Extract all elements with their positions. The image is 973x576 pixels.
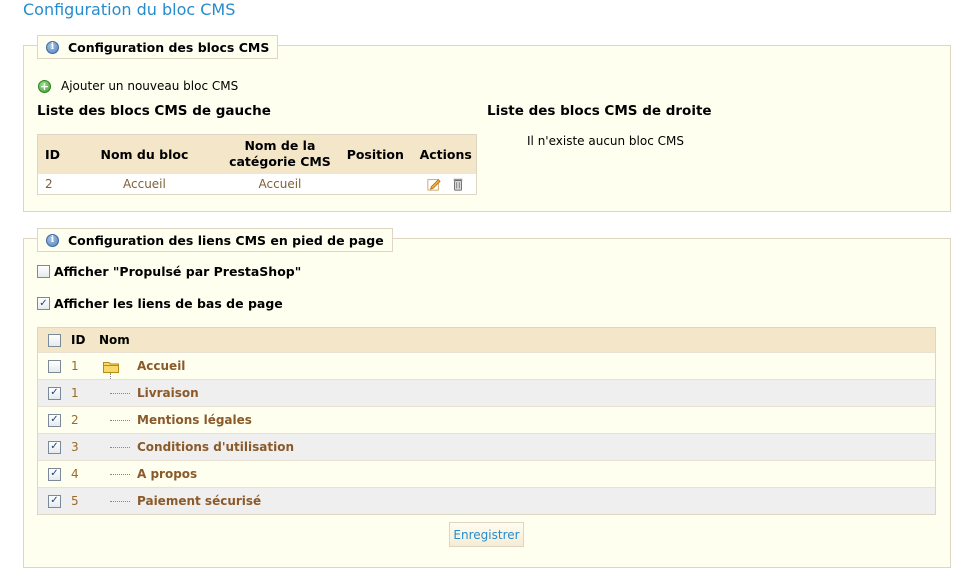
row-name[interactable]: Livraison [137, 386, 199, 400]
footer-links-legend: i Configuration des liens CMS en pied de… [37, 228, 393, 252]
table-header-row: ID Nom du bloc Nom de la catégorie CMS P… [37, 134, 477, 174]
row-name-cell: Mentions légales [99, 407, 935, 433]
col-category-name: Nom de la catégorie CMS [224, 134, 336, 174]
info-icon: i [46, 40, 59, 54]
row-id: 2 [71, 413, 79, 427]
tree-connector [110, 393, 130, 394]
col-actions: Actions [415, 134, 477, 174]
col-id: ID [37, 134, 65, 174]
add-block-link[interactable]: + Ajouter un nouveau bloc CMS [38, 79, 238, 93]
row-name[interactable]: Mentions légales [137, 413, 252, 427]
row-position [335, 173, 416, 195]
powered-by-label: Afficher "Propulsé par PrestaShop" [54, 264, 302, 279]
tree-connector [110, 474, 130, 475]
powered-by-checkbox[interactable] [37, 265, 50, 278]
page-title: Configuration du bloc CMS [23, 0, 236, 19]
list-item: ✓ 1 Livraison [38, 379, 935, 406]
footer-links-checkbox[interactable]: ✓ [37, 297, 50, 310]
row-checkbox[interactable]: ✓ [48, 467, 61, 481]
tree-header: ID Nom [38, 328, 935, 352]
right-list-title: Liste des blocs CMS de droite [487, 103, 712, 119]
row-checkbox[interactable]: ✓ [48, 413, 61, 427]
select-all-checkbox[interactable] [48, 333, 61, 347]
row-checkbox[interactable] [48, 359, 61, 373]
row-id: 2 [37, 173, 65, 195]
trash-icon[interactable] [451, 177, 465, 191]
row-checkbox[interactable]: ✓ [48, 440, 61, 454]
save-button[interactable]: Enregistrer [449, 522, 524, 547]
row-name-cell: A propos [99, 461, 935, 487]
footer-links-label: Afficher les liens de bas de page [54, 296, 283, 311]
plus-circle-icon: + [38, 79, 51, 93]
row-name[interactable]: Conditions d'utilisation [137, 440, 294, 454]
info-icon: i [46, 233, 59, 247]
row-checkbox[interactable]: ✓ [48, 494, 61, 508]
cms-links-tree: ID Nom 1 Accueil ✓ 1 Livraison ✓ 2 Menti… [37, 327, 936, 515]
row-name-cell: Accueil [99, 353, 935, 513]
row-name-cell: Conditions d'utilisation [99, 434, 935, 460]
list-item: 1 Accueil [38, 352, 935, 513]
add-block-label: Ajouter un nouveau bloc CMS [61, 79, 239, 93]
option-footer-links: ✓ Afficher les liens de bas de page [37, 296, 283, 311]
option-powered-by: Afficher "Propulsé par PrestaShop" [37, 264, 301, 279]
row-name[interactable]: Paiement sécurisé [137, 494, 261, 508]
row-id: 1 [71, 386, 79, 400]
folder-icon [103, 362, 119, 373]
row-category-name: Accueil [224, 173, 336, 195]
row-actions [415, 173, 477, 195]
row-id: 4 [71, 467, 79, 481]
tree-connector [110, 501, 130, 502]
row-id: 5 [71, 494, 79, 508]
pencil-icon[interactable] [427, 177, 441, 191]
row-name-cell: Paiement sécurisé [99, 488, 935, 514]
table-row: 2 Accueil Accueil [37, 173, 477, 195]
left-blocks-table: ID Nom du bloc Nom de la catégorie CMS P… [37, 134, 477, 195]
col-position: Position [335, 134, 416, 174]
row-name[interactable]: A propos [137, 467, 197, 481]
row-id: 3 [71, 440, 79, 454]
row-name-cell: Livraison [99, 380, 935, 406]
tree-col-name: Nom [99, 333, 130, 347]
list-item: ✓ 3 Conditions d'utilisation [38, 433, 935, 460]
row-checkbox[interactable]: ✓ [48, 386, 61, 400]
tree-col-id: ID [71, 333, 86, 347]
footer-links-legend-text: Configuration des liens CMS en pied de p… [68, 232, 384, 248]
col-block-name: Nom du bloc [64, 134, 225, 174]
list-item: ✓ 4 A propos [38, 460, 935, 487]
row-id: 1 [71, 359, 79, 373]
tree-connector [110, 420, 130, 421]
right-list-empty-message: Il n'existe aucun bloc CMS [527, 134, 684, 148]
blocks-config-legend-text: Configuration des blocs CMS [68, 39, 270, 55]
list-item: ✓ 5 Paiement sécurisé [38, 487, 935, 514]
left-list-title: Liste des blocs CMS de gauche [37, 103, 271, 119]
row-name[interactable]: Accueil [137, 359, 185, 373]
list-item: ✓ 2 Mentions légales [38, 406, 935, 433]
blocks-config-legend: i Configuration des blocs CMS [37, 35, 279, 59]
tree-connector [110, 447, 130, 448]
row-block-name: Accueil [64, 173, 225, 195]
